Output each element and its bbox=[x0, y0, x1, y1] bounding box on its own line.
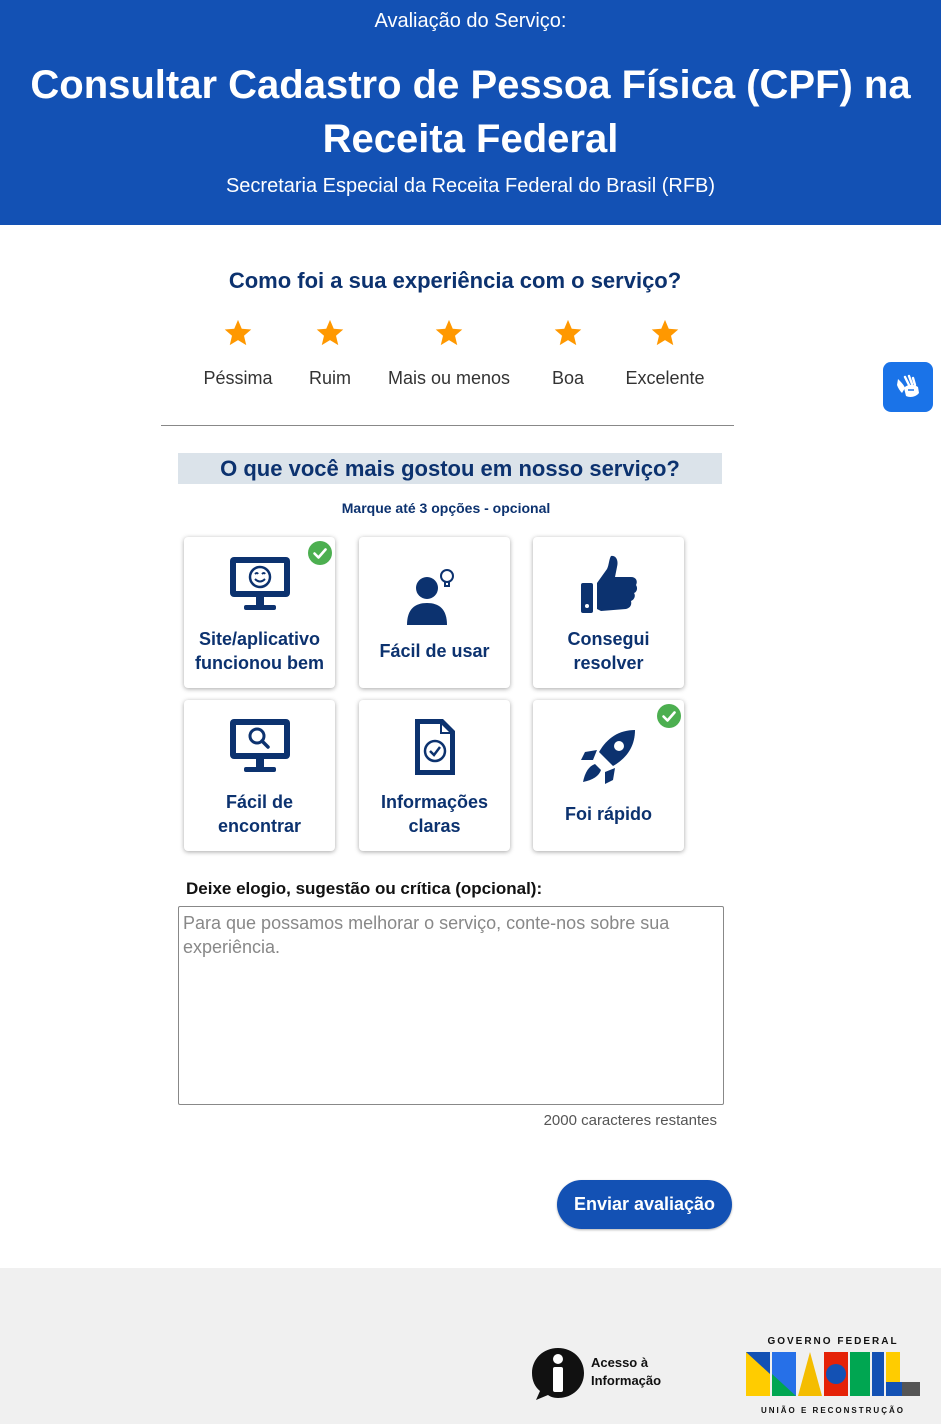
page-footer: Acesso à Informação GOVERNO FEDERAL UNIÃ… bbox=[0, 1268, 941, 1424]
rating-option-pessima[interactable]: Péssima bbox=[198, 318, 278, 396]
rating-label: Péssima bbox=[203, 368, 273, 388]
smiling-monitor-icon bbox=[229, 557, 290, 610]
user-idea-icon bbox=[406, 569, 454, 625]
option-label: Informações claras bbox=[380, 792, 489, 836]
gov-logo-top-text: GOVERNO FEDERAL bbox=[767, 1336, 899, 1347]
thumbs-up-icon bbox=[580, 555, 637, 613]
submit-evaluation-button[interactable]: Enviar avaliação bbox=[557, 1180, 732, 1229]
comment-textarea[interactable] bbox=[178, 906, 724, 1105]
liked-hint: Marque até 3 opções - opcional bbox=[341, 500, 551, 516]
character-counter: 2000 caracteres restantes bbox=[543, 1112, 717, 1129]
experience-question: Como foi a sua experiência com o serviço… bbox=[228, 268, 682, 293]
rating-label: Ruim bbox=[308, 368, 351, 388]
star-icon bbox=[224, 319, 252, 346]
option-label: Fácil de usar bbox=[379, 641, 490, 661]
rating-label: Excelente bbox=[625, 368, 705, 388]
rating-label: Mais ou menos bbox=[387, 368, 511, 388]
option-label: Fácil de encontrar bbox=[217, 792, 302, 836]
access-to-information-text: Acesso à Informação bbox=[591, 1355, 662, 1388]
page-title: Consultar Cadastro de Pessoa Física (CPF… bbox=[30, 63, 911, 161]
option-consegui-resolver[interactable]: Consegui resolver bbox=[533, 537, 684, 688]
option-label: Foi rápido bbox=[565, 804, 652, 824]
star-icon bbox=[554, 319, 582, 346]
checkmark-icon bbox=[657, 704, 681, 728]
rocket-icon bbox=[580, 730, 635, 784]
rating-option-boa[interactable]: Boa bbox=[536, 318, 600, 396]
option-site-funcionou-bem[interactable]: Site/aplicativo funcionou bem bbox=[184, 537, 335, 688]
search-monitor-icon bbox=[229, 719, 290, 772]
rating-label: Boa bbox=[551, 368, 585, 388]
option-facil-de-usar[interactable]: Fácil de usar bbox=[359, 537, 510, 688]
page-header: Avaliação do Serviço: Consultar Cadastro… bbox=[0, 0, 941, 225]
information-icon bbox=[532, 1348, 584, 1400]
access-to-information-link[interactable]: Acesso à Informação bbox=[530, 1346, 675, 1402]
experience-rating: Péssima Ruim Mais ou menos Boa Excelente bbox=[0, 318, 941, 398]
gov-logo-bottom-text: UNIÃO E RECONSTRUÇÃO bbox=[760, 1406, 905, 1415]
option-foi-rapido[interactable]: Foi rápido bbox=[533, 700, 684, 851]
rating-option-ruim[interactable]: Ruim bbox=[296, 318, 364, 396]
rating-option-excelente[interactable]: Excelente bbox=[619, 318, 711, 396]
governo-federal-logo: GOVERNO FEDERAL UNIÃO E RECONSTRUÇÃO bbox=[744, 1334, 922, 1418]
star-icon bbox=[651, 319, 679, 346]
star-icon bbox=[316, 319, 344, 346]
brasil-wordmark-logo bbox=[746, 1352, 920, 1396]
rating-option-mais-ou-menos[interactable]: Mais ou menos bbox=[381, 318, 517, 396]
option-facil-de-encontrar[interactable]: Fácil de encontrar bbox=[184, 700, 335, 851]
option-label: Site/aplicativo funcionou bem bbox=[195, 629, 324, 673]
liked-question: O que você mais gostou em nosso serviço? bbox=[178, 453, 722, 484]
option-informacoes-claras[interactable]: Informações claras bbox=[359, 700, 510, 851]
checked-document-icon bbox=[414, 719, 455, 775]
header-organization: Secretaria Especial da Receita Federal d… bbox=[225, 175, 716, 197]
option-label: Consegui resolver bbox=[567, 629, 650, 673]
star-icon bbox=[435, 319, 463, 346]
section-divider bbox=[161, 425, 734, 426]
header-pretitle: Avaliação do Serviço: bbox=[374, 10, 567, 32]
comment-label: Deixe elogio, sugestão ou crítica (opcio… bbox=[186, 879, 543, 898]
